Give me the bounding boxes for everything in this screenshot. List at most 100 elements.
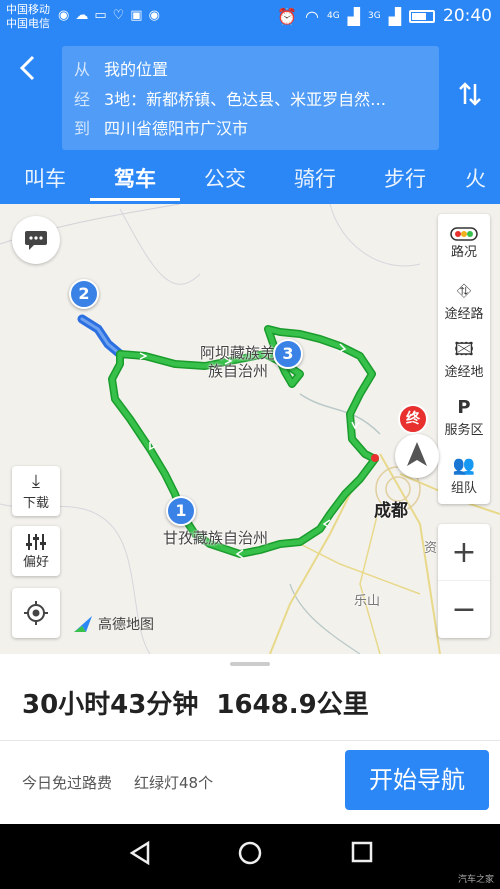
toll-info: 今日免过路费	[22, 774, 113, 792]
map-tool-panel: 路况 ⛗ 途经路 🖾 途经地 P 服务区 👥 组队	[438, 214, 490, 504]
to-row[interactable]: 到 四川省德阳市广汉市	[74, 114, 434, 140]
transport-tabs: 叫车 驾车 公交 骑行 步行 火	[0, 160, 500, 204]
app2-icon: ◉	[148, 8, 160, 23]
nav-back-button[interactable]	[120, 840, 160, 873]
tab-transit[interactable]: 公交	[190, 160, 260, 204]
route-meta: 今日免过路费 红绿灯48个	[22, 772, 213, 793]
chat-bubble-icon	[25, 231, 47, 250]
via-label: 经	[74, 90, 91, 109]
carrier-1: 中国移动	[6, 3, 50, 16]
service-area-button[interactable]: P 服务区	[438, 388, 490, 446]
battery-icon	[409, 9, 435, 23]
traffic-label: 路况	[450, 244, 477, 260]
amap-logo-text: 高德地图	[98, 617, 154, 633]
chevron-left-icon	[19, 55, 35, 81]
start-navigation-button[interactable]: 开始导航	[345, 750, 489, 810]
map-view[interactable]: 阿坝藏族羌 族自治州 甘孜藏族自治州 成都 乐山 资 2 3 1 终 路况 ⛗ …	[0, 204, 500, 654]
alarm-icon: ⏰	[277, 6, 297, 26]
sim-icon: ▭	[94, 8, 107, 23]
traffic-light-icon	[450, 226, 478, 241]
square-recents-icon	[351, 841, 373, 863]
route-info-panel: 30小时43分钟 1648.9公里 今日免过路费 红绿灯48个 开始导航	[0, 654, 500, 824]
image-icon: ▣	[130, 8, 143, 23]
watermark: 汽车之家	[457, 875, 494, 885]
status-bar: 中国移动 中国电信 ◉ ☁ ▭ ♡ ▣ ◉ ⏰ ◠ 4G ▟ 3G ▟ 20:4…	[0, 0, 500, 36]
tab-walk[interactable]: 步行	[370, 160, 440, 204]
nav-home-button[interactable]	[230, 840, 270, 873]
tab-taxi[interactable]: 叫车	[10, 160, 80, 204]
route-input-box[interactable]: 从 我的位置 经 3地：新都桥镇、色达县、米亚罗自然… 到 四川省德阳市广汉市	[62, 46, 439, 150]
wifi-icon: ◠	[305, 6, 319, 26]
navigation-arrow-icon	[407, 442, 427, 466]
route-summary: 30小时43分钟 1648.9公里	[22, 684, 369, 721]
panel-drag-handle[interactable]	[230, 662, 270, 666]
swap-button[interactable]	[455, 80, 485, 115]
tab-bike[interactable]: 骑行	[280, 160, 350, 204]
to-label: 到	[74, 119, 91, 138]
traffic-light-count: 红绿灯48个	[134, 774, 214, 792]
feedback-button[interactable]	[12, 216, 60, 264]
waypoint-2-marker[interactable]: 2	[69, 279, 99, 309]
circle-home-icon	[238, 841, 262, 865]
active-tab-indicator	[90, 198, 180, 201]
map-image-icon: 🖾	[454, 338, 474, 360]
team-label: 组队	[450, 480, 477, 496]
tab-train[interactable]: 火	[465, 160, 500, 204]
back-button[interactable]	[16, 54, 40, 88]
download-label: 下载	[22, 495, 49, 511]
team-button[interactable]: 👥 组队	[438, 446, 490, 504]
system-icons: ⏰ ◠ 4G ▟ 3G ▟ 20:40	[277, 6, 492, 26]
traffic-button[interactable]: 路况	[438, 214, 490, 272]
route-duration: 30小时43分钟	[22, 690, 199, 720]
clock: 20:40	[443, 6, 492, 26]
network-4g: 4G	[326, 11, 340, 21]
via-route-button[interactable]: ⛗ 途经路	[438, 272, 490, 330]
via-place-label: 途经地	[444, 364, 484, 380]
panel-divider	[0, 740, 500, 741]
map-label-leshan: 乐山	[354, 594, 381, 609]
locate-button[interactable]	[12, 588, 60, 638]
map-label-aba-2: 族自治州	[208, 362, 269, 380]
waypoint-3-marker[interactable]: 3	[273, 339, 303, 369]
via-row[interactable]: 经 3地：新都桥镇、色达县、米亚罗自然…	[74, 85, 434, 111]
preference-label: 偏好	[22, 554, 49, 570]
via-value: 3地：新都桥镇、色达县、米亚罗自然…	[104, 90, 387, 109]
triangle-back-icon	[129, 840, 150, 866]
locate-icon	[24, 601, 48, 625]
route-distance: 1648.9公里	[216, 690, 369, 720]
zoom-in-button[interactable]: +	[438, 524, 490, 581]
signal-icon: ▟	[347, 6, 360, 26]
via-place-button[interactable]: 🖾 途经地	[438, 330, 490, 388]
zoom-controls: + −	[438, 524, 490, 638]
weather-icon: ☁	[75, 8, 89, 23]
download-button[interactable]: ⤓ 下载	[12, 466, 60, 516]
people-icon: 👥	[452, 454, 476, 476]
route-icon: ⛗	[456, 280, 472, 302]
carrier-names: 中国移动 中国电信	[6, 3, 50, 31]
from-row[interactable]: 从 我的位置	[74, 55, 434, 81]
map-label-zi: 资	[424, 541, 438, 556]
notification-icons: ◉ ☁ ▭ ♡ ▣ ◉	[58, 8, 160, 23]
compass-button[interactable]	[395, 434, 439, 478]
system-nav-bar: 汽车之家	[0, 824, 500, 889]
end-marker[interactable]: 终	[398, 404, 428, 434]
waypoint-1-marker[interactable]: 1	[166, 496, 196, 526]
zoom-out-button[interactable]: −	[438, 581, 490, 638]
amap-logo: 高德地图	[72, 614, 154, 634]
sliders-icon	[26, 533, 46, 550]
nav-recents-button[interactable]	[342, 840, 382, 871]
map-canvas	[0, 204, 500, 654]
preference-button[interactable]: 偏好	[12, 526, 60, 576]
from-value: 我的位置	[104, 60, 169, 79]
signal-2-icon: ▟	[388, 6, 401, 26]
parking-icon: P	[457, 396, 471, 418]
to-value: 四川省德阳市广汉市	[104, 119, 249, 138]
shield-icon: ♡	[112, 8, 125, 23]
map-label-chengdu: 成都	[374, 501, 408, 521]
via-route-label: 途经路	[444, 306, 484, 322]
map-label-ganzi: 甘孜藏族自治州	[163, 529, 269, 547]
swap-icon	[459, 82, 481, 106]
network-3g: 3G	[367, 11, 381, 21]
service-area-label: 服务区	[444, 422, 484, 438]
download-icon: ⤓	[32, 470, 40, 492]
